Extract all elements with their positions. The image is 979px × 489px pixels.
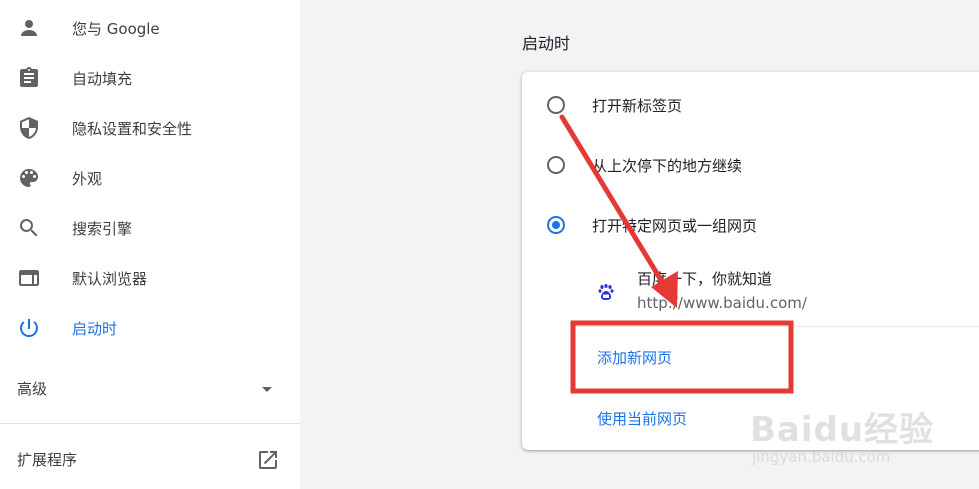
site-url: http://www.baidu.com/ bbox=[637, 294, 807, 312]
power-icon bbox=[17, 316, 41, 340]
card-divider bbox=[572, 326, 979, 327]
shield-icon bbox=[17, 116, 41, 140]
advanced-label: 高级 bbox=[17, 380, 48, 398]
caret-down-icon bbox=[259, 381, 275, 397]
extensions-label: 扩展程序 bbox=[17, 451, 78, 469]
radio-label: 打开新标签页 bbox=[592, 97, 683, 115]
sidebar-item-you-and-google[interactable]: 您与 Google bbox=[0, 5, 300, 51]
site-title: 百度一下，你就知道 bbox=[637, 270, 773, 288]
startup-page-entry[interactable]: 百度一下，你就知道 http://www.baidu.com/ bbox=[522, 257, 979, 325]
radio-button[interactable] bbox=[547, 96, 565, 114]
radio-label: 从上次停下的地方继续 bbox=[592, 157, 743, 175]
person-icon bbox=[17, 16, 41, 40]
sidebar-item-privacy[interactable]: 隐私设置和安全性 bbox=[0, 105, 300, 151]
sidebar-divider bbox=[0, 423, 300, 424]
watermark-text: Baidu经验 bbox=[750, 410, 935, 450]
sidebar-item-autofill[interactable]: 自动填充 bbox=[0, 55, 300, 101]
sidebar-item-label: 启动时 bbox=[72, 319, 118, 338]
sidebar-item-on-startup[interactable]: 启动时 bbox=[0, 305, 300, 351]
sidebar-item-label: 默认浏览器 bbox=[72, 269, 148, 288]
sidebar-item-label: 自动填充 bbox=[72, 69, 133, 88]
page-title: 启动时 bbox=[522, 34, 571, 53]
open-in-new-icon bbox=[256, 448, 280, 472]
watermark-url: jingyan.baidu.com bbox=[752, 448, 891, 466]
clipboard-icon bbox=[17, 66, 41, 90]
palette-icon bbox=[17, 166, 41, 190]
add-new-page-link[interactable]: 添加新网页 bbox=[597, 347, 672, 368]
radio-button-checked[interactable] bbox=[547, 216, 565, 234]
advanced-toggle[interactable]: 高级 bbox=[0, 365, 300, 411]
browser-window-icon bbox=[17, 266, 41, 290]
sidebar-item-default-browser[interactable]: 默认浏览器 bbox=[0, 255, 300, 301]
baidu-jingyan-watermark: Baidu经验 jingyan.baidu.com bbox=[750, 402, 970, 480]
radio-option-continue[interactable]: 从上次停下的地方继续 bbox=[522, 135, 979, 195]
sidebar-item-label: 您与 Google bbox=[72, 19, 160, 38]
sidebar-item-label: 隐私设置和安全性 bbox=[72, 119, 193, 138]
use-current-pages-link[interactable]: 使用当前网页 bbox=[597, 408, 687, 429]
radio-button[interactable] bbox=[547, 156, 565, 174]
sidebar-item-label: 搜索引擎 bbox=[72, 219, 133, 238]
sidebar-item-search-engine[interactable]: 搜索引擎 bbox=[0, 205, 300, 251]
baidu-paw-icon bbox=[597, 283, 615, 301]
startup-card: 打开新标签页 从上次停下的地方继续 打开特定网页或一组网页 百度一下，你就知道 … bbox=[522, 72, 979, 450]
radio-option-new-tab[interactable]: 打开新标签页 bbox=[522, 75, 979, 135]
settings-sidebar: 您与 Google 自动填充 隐私设置和安全性 外观 搜索引擎 默认浏览器 启动… bbox=[0, 0, 300, 489]
sidebar-item-appearance[interactable]: 外观 bbox=[0, 155, 300, 201]
extensions-link[interactable]: 扩展程序 bbox=[0, 436, 300, 482]
sidebar-item-label: 外观 bbox=[72, 169, 103, 188]
radio-label: 打开特定网页或一组网页 bbox=[592, 217, 758, 235]
search-icon bbox=[17, 216, 41, 240]
radio-option-specific-pages[interactable]: 打开特定网页或一组网页 bbox=[522, 195, 979, 255]
